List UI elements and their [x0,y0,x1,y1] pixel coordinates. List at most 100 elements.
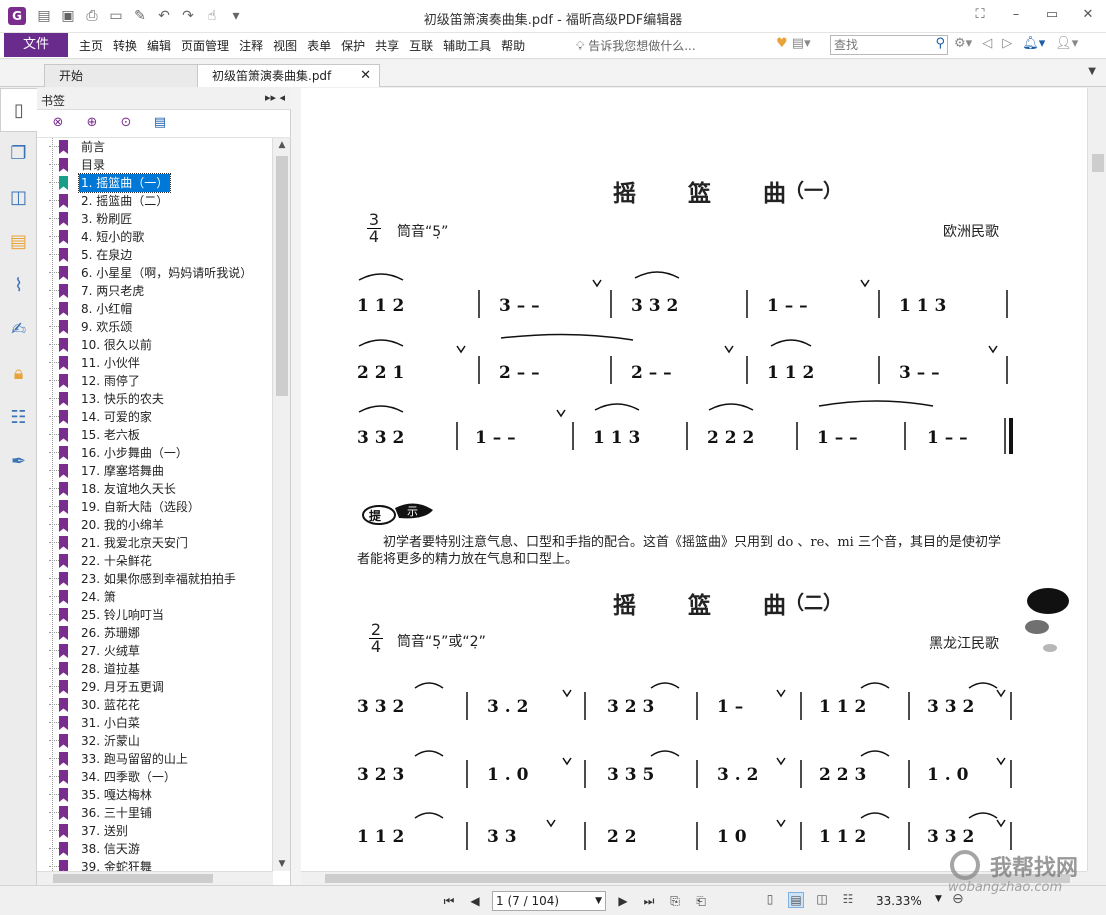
zoom-level[interactable]: 33.33% [876,894,922,908]
bookmark-item[interactable]: 30. 蓝花花 [37,696,273,714]
bookmark-item[interactable]: 6. 小星星（啊，妈妈请听我说） [37,264,273,282]
bookmark-item[interactable]: 4. 短小的歌 [37,228,273,246]
menu-help[interactable]: 帮助 [496,37,530,54]
close-tab-icon[interactable]: ✕ [360,65,371,87]
bookmark-item[interactable]: 7. 两只老虎 [37,282,273,300]
bookmark-item[interactable]: 28. 道拉基 [37,660,273,678]
menu-accessibility[interactable]: 辅助工具 [438,37,496,54]
scroll-thumb[interactable] [276,156,288,396]
bookmark-item[interactable]: 11. 小伙伴 [37,354,273,372]
bookmark-item[interactable]: 39. 金蛇狂舞 [37,858,273,871]
bookmark-item[interactable]: 17. 摩塞塔舞曲 [37,462,273,480]
bookmark-item[interactable]: 10. 很久以前 [37,336,273,354]
bookmark-item[interactable]: 34. 四季歌（一） [37,768,273,786]
bookmark-item[interactable]: 38. 信天游 [37,840,273,858]
menu-convert[interactable]: 转换 [108,37,142,54]
back-icon[interactable]: ◁ [982,36,992,51]
tab-document[interactable]: 初级笛箫演奏曲集.pdf ✕ [197,64,380,87]
bookmark-item[interactable]: 12. 雨停了 [37,372,273,390]
bookmark-vertical-scrollbar[interactable]: ▲ ▼ [272,138,290,871]
bookmark-item[interactable]: 18. 友谊地久天长 [37,480,273,498]
bookmark-item[interactable]: 25. 铃儿响叮当 [37,606,273,624]
bookmark-item[interactable]: 2. 摇篮曲（二） [37,192,273,210]
bookmark-item[interactable]: 24. 箫 [37,588,273,606]
close-button[interactable]: ✕ [1070,0,1106,30]
comments-panel-icon[interactable]: ▤ [0,220,37,264]
scroll-down-icon[interactable]: ▼ [273,859,291,869]
menu-share[interactable]: 共享 [370,37,404,54]
continuous-page-icon[interactable]: ▤ [788,892,804,908]
bookmark-item[interactable]: 33. 跑马留留的山上 [37,750,273,768]
delete-bookmark-icon[interactable]: ⊗ [49,115,67,133]
menu-comment[interactable]: 注释 [234,37,268,54]
like-icon[interactable]: ♥ [776,36,788,51]
single-page-icon[interactable]: ▯ [762,892,778,908]
prev-page-icon[interactable]: ◀ [466,894,484,908]
settings-icon[interactable]: ⚙▾ [954,36,972,51]
forward-icon[interactable]: ▷ [1002,36,1012,51]
tell-me-box[interactable]: 💡︎ 告诉我您想做什么... [576,37,696,54]
bookmark-item[interactable]: 21. 我爱北京天安门 [37,534,273,552]
first-page-icon[interactable]: ⏮ [440,894,458,909]
bookmark-item[interactable]: 27. 火绒草 [37,642,273,660]
bookmark-item[interactable]: 前言 [37,138,273,156]
expand-bookmark-icon[interactable]: ⊙ [117,115,135,133]
fullscreen-icon[interactable]: ⛶ [962,0,998,30]
notification-icon[interactable]: 🔔︎▾ [1022,36,1045,51]
file-menu-button[interactable]: 文件 [4,33,68,57]
collapse-panel-icon[interactable]: ▸▸ ◂ [265,91,285,104]
bookmark-item[interactable]: 9. 欢乐颂 [37,318,273,336]
continuous-facing-icon[interactable]: ☷ [840,892,856,908]
chevron-down-icon[interactable]: ▼ [595,892,602,910]
previous-view-icon[interactable]: ⎘ [666,894,684,909]
minimize-button[interactable]: – [998,0,1034,30]
bookmark-options-icon[interactable]: ▤ [151,115,169,133]
bookmark-item[interactable]: 32. 沂蒙山 [37,732,273,750]
bookmark-item[interactable]: 15. 老六板 [37,426,273,444]
search-input[interactable] [831,36,927,54]
maximize-button[interactable]: ▭ [1034,0,1070,30]
panel-splitter[interactable] [291,88,301,885]
bookmark-item[interactable]: 29. 月牙五更调 [37,678,273,696]
facing-page-icon[interactable]: ◫ [814,892,830,908]
menu-home[interactable]: 主页 [74,37,108,54]
bookmark-panel-icon[interactable]: ▯ [0,88,37,132]
menu-edit[interactable]: 编辑 [142,37,176,54]
menu-view[interactable]: 视图 [268,37,302,54]
bookmark-item[interactable]: 13. 快乐的农夫 [37,390,273,408]
bookmark-item[interactable]: 5. 在泉边 [37,246,273,264]
bookmark-item[interactable]: 16. 小步舞曲（一） [37,444,273,462]
viewer-vertical-scrollbar[interactable] [1087,88,1106,871]
scroll-thumb[interactable] [53,874,213,883]
bookmark-item[interactable]: 目录 [37,156,273,174]
signature-panel-icon[interactable]: ✍ [0,308,37,352]
add-bookmark-icon[interactable]: ⊕ [83,115,101,133]
tab-start[interactable]: 开始 [44,64,199,87]
bookmark-item[interactable]: 14. 可爱的家 [37,408,273,426]
bookmark-item[interactable]: 26. 苏珊娜 [37,624,273,642]
search-icon[interactable]: ⚲ [935,36,945,51]
menu-connect[interactable]: 互联 [404,37,438,54]
last-page-icon[interactable]: ⏭ [640,894,658,909]
bookmark-item[interactable]: 31. 小白菜 [37,714,273,732]
menu-protect[interactable]: 保护 [336,37,370,54]
bookmark-item[interactable]: 23. 如果你感到幸福就拍拍手 [37,570,273,588]
security-panel-icon[interactable]: 🔒︎ [0,352,37,396]
bookmark-item[interactable]: 35. 嘎达梅林 [37,786,273,804]
layers-panel-icon[interactable]: ◫ [0,176,37,220]
folder-search-icon[interactable]: ▤▾ [792,36,811,51]
bookmark-item[interactable]: 22. 十朵鲜花 [37,552,273,570]
user-icon[interactable]: 👤︎▾ [1055,36,1078,51]
pages-panel-icon[interactable]: ❐ [0,132,37,176]
next-page-icon[interactable]: ▶ [614,894,632,908]
menu-organize[interactable]: 页面管理 [176,37,234,54]
bookmark-item[interactable]: 36. 三十里铺 [37,804,273,822]
next-view-icon[interactable]: ⎗ [692,894,710,909]
tabs-dropdown-icon[interactable]: ▼ [1088,66,1096,77]
content-panel-icon[interactable]: ☷ [0,396,37,440]
bookmark-item[interactable]: 3. 粉刷匠 [37,210,273,228]
certify-panel-icon[interactable]: ✒ [0,440,37,484]
search-box[interactable]: ⚲ [830,35,948,55]
bookmark-horizontal-scrollbar[interactable] [37,871,273,885]
attachments-panel-icon[interactable]: ⌇ [0,264,37,308]
